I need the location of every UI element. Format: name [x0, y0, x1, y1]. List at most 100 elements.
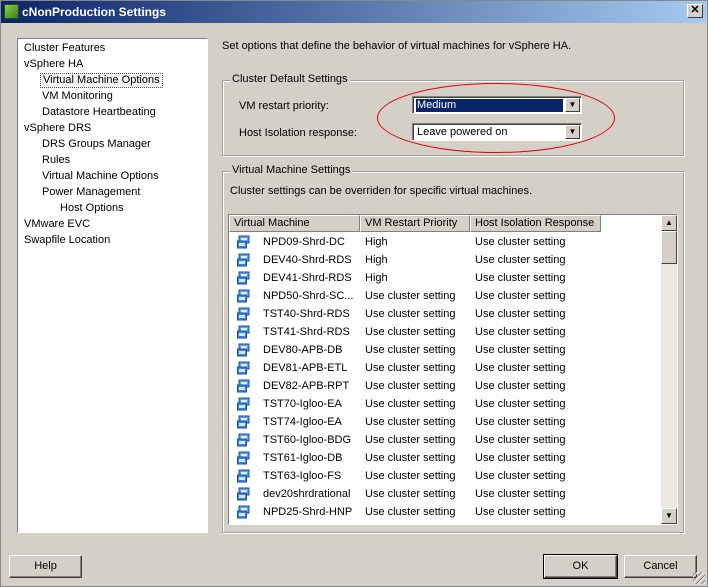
virtual-machine-icon: [237, 433, 251, 447]
cell-vm-name: DEV40-Shrd-RDS: [263, 254, 352, 266]
vm-override-table: Virtual Machine VM Restart Priority Host…: [228, 214, 678, 525]
virtual-machine-icon: [237, 307, 251, 321]
cell-restart-priority: Use cluster setting: [365, 416, 456, 428]
nav-item[interactable]: vSphere DRS: [22, 121, 93, 136]
cell-isolation-response: Use cluster setting: [475, 416, 566, 428]
nav-item[interactable]: VM Monitoring: [40, 89, 115, 104]
table-row[interactable]: DEV40-Shrd-RDS High Use cluster setting: [229, 251, 661, 269]
table-row[interactable]: TST74-Igloo-EA Use cluster setting Use clu…: [229, 413, 661, 431]
cell-isolation-response: Use cluster setting: [475, 362, 566, 374]
table-row[interactable]: NPD09-Shrd-DC High Use cluster setting: [229, 233, 661, 251]
cell-isolation-response: Use cluster setting: [475, 506, 566, 518]
table-row[interactable]: DEV80-APB-DB Use cluster setting Use clust…: [229, 341, 661, 359]
virtual-machine-icon: [237, 271, 251, 285]
cell-vm-name: TST41-Shrd-RDS: [263, 326, 350, 338]
cell-isolation-response: Use cluster setting: [475, 326, 566, 338]
table-row[interactable]: TST63-Igloo-FS Use cluster setting Use clu…: [229, 467, 661, 485]
cell-restart-priority: Use cluster setting: [365, 452, 456, 464]
nav-item[interactable]: VMware EVC: [22, 217, 92, 232]
restart-priority-value: Medium: [416, 99, 563, 112]
restart-priority-select[interactable]: Medium ▼: [412, 96, 582, 114]
virtual-machine-icon: [237, 487, 251, 501]
cell-vm-name: TST60-Igloo-BDG: [263, 434, 352, 446]
nav-item[interactable]: Swapfile Location: [22, 233, 112, 248]
scroll-down-icon[interactable]: ▼: [661, 508, 677, 524]
table-row[interactable]: TST40-Shrd-RDS Use cluster setting Use clu…: [229, 305, 661, 323]
virtual-machine-icon: [237, 325, 251, 339]
column-header-isolation-response[interactable]: Host Isolation Response: [470, 215, 601, 232]
cell-vm-name: TST40-Shrd-RDS: [263, 308, 350, 320]
cell-restart-priority: Use cluster setting: [365, 362, 456, 374]
table-row[interactable]: TST60-Igloo-BDG Use cluster setting Use cl…: [229, 431, 661, 449]
cell-vm-name: TST61-Igloo-DB: [263, 452, 343, 464]
table-row[interactable]: NPD50-Shrd-SC... Use cluster setting Use c…: [229, 287, 661, 305]
cell-isolation-response: Use cluster setting: [475, 398, 566, 410]
isolation-response-select[interactable]: Leave powered on ▼: [412, 123, 582, 141]
table-vertical-scrollbar[interactable]: ▲ ▼: [661, 215, 677, 524]
virtual-machine-icon: [237, 451, 251, 465]
virtual-machine-icon: [237, 289, 251, 303]
nav-item[interactable]: Datastore Heartbeating: [40, 105, 158, 120]
chevron-down-icon[interactable]: ▼: [565, 125, 580, 139]
virtual-machine-icon: [237, 397, 251, 411]
cell-restart-priority: Use cluster setting: [365, 506, 456, 518]
ok-button[interactable]: OK: [543, 554, 618, 579]
nav-item[interactable]: Power Management: [40, 185, 142, 200]
cancel-button[interactable]: Cancel: [624, 555, 697, 578]
column-header-vm[interactable]: Virtual Machine: [229, 215, 360, 232]
cell-restart-priority: Use cluster setting: [365, 434, 456, 446]
cell-vm-name: DEV81-APB-ETL: [263, 362, 348, 374]
nav-item[interactable]: Rules: [40, 153, 72, 168]
cluster-default-settings-group: Cluster Default Settings: [222, 73, 684, 156]
virtual-machine-icon: [237, 253, 251, 267]
settings-dialog: cNonProduction Settings ✕ Cluster Featur…: [0, 0, 708, 587]
column-header-restart-priority[interactable]: VM Restart Priority: [360, 215, 470, 232]
nav-item[interactable]: Cluster Features: [22, 41, 107, 56]
cell-isolation-response: Use cluster setting: [475, 344, 566, 356]
group-title: Cluster Default Settings: [230, 73, 350, 85]
nav-item[interactable]: Host Options: [58, 201, 126, 216]
nav-item[interactable]: Virtual Machine Options: [40, 73, 163, 88]
cell-isolation-response: Use cluster setting: [475, 434, 566, 446]
cell-restart-priority: High: [365, 236, 388, 248]
table-row[interactable]: TST41-Shrd-RDS Use cluster setting Use clu…: [229, 323, 661, 341]
help-button[interactable]: Help: [9, 555, 82, 578]
cell-vm-name: TST70-Igloo-EA: [263, 398, 342, 410]
cell-restart-priority: Use cluster setting: [365, 470, 456, 482]
table-row[interactable]: DEV81-APB-ETL Use cluster setting Use clus…: [229, 359, 661, 377]
table-row[interactable]: TST61-Igloo-DB Use cluster setting Use clu…: [229, 449, 661, 467]
cell-vm-name: dev20shrdrational: [263, 488, 351, 500]
table-row[interactable]: NPD25-Shrd-HNP Use cluster setting Use clu…: [229, 503, 661, 521]
cell-restart-priority: Use cluster setting: [365, 488, 456, 500]
cell-vm-name: TST63-Igloo-FS: [263, 470, 342, 482]
nav-item[interactable]: DRS Groups Manager: [40, 137, 153, 152]
cell-restart-priority: Use cluster setting: [365, 308, 456, 320]
settings-nav-tree: Cluster Features vSphere HA Virtual Machin…: [17, 38, 208, 533]
cell-restart-priority: Use cluster setting: [365, 290, 456, 302]
nav-item[interactable]: Virtual Machine Options: [40, 169, 161, 184]
table-row[interactable]: dev20shrdrational Use cluster setting Use …: [229, 485, 661, 503]
group-title: Virtual Machine Settings: [230, 164, 353, 176]
table-row[interactable]: TST70-Igloo-EA Use cluster setting Use clu…: [229, 395, 661, 413]
title-bar[interactable]: cNonProduction Settings ✕: [1, 1, 707, 23]
table-row[interactable]: DEV41-Shrd-RDS High Use cluster setting: [229, 269, 661, 287]
cell-isolation-response: Use cluster setting: [475, 470, 566, 482]
cell-vm-name: DEV82-APB-RPT: [263, 380, 350, 392]
page-description: Set options that define the behavior of …: [222, 40, 572, 52]
close-button[interactable]: ✕: [687, 4, 703, 18]
cell-restart-priority: High: [365, 254, 388, 266]
resize-grip-icon[interactable]: [693, 572, 705, 584]
window-title: cNonProduction Settings: [22, 5, 166, 19]
virtual-machine-icon: [237, 343, 251, 357]
table-row[interactable]: DEV82-APB-RPT Use cluster setting Use clus…: [229, 377, 661, 395]
virtual-machine-icon: [237, 235, 251, 249]
cell-vm-name: NPD25-Shrd-HNP: [263, 506, 353, 518]
cell-isolation-response: Use cluster setting: [475, 488, 566, 500]
scroll-up-icon[interactable]: ▲: [661, 215, 677, 231]
chevron-down-icon[interactable]: ▼: [565, 98, 580, 112]
cell-vm-name: DEV80-APB-DB: [263, 344, 343, 356]
isolation-response-label: Host Isolation response:: [239, 127, 358, 139]
cell-isolation-response: Use cluster setting: [475, 452, 566, 464]
nav-item[interactable]: vSphere HA: [22, 57, 85, 72]
scroll-thumb[interactable]: [661, 231, 677, 264]
